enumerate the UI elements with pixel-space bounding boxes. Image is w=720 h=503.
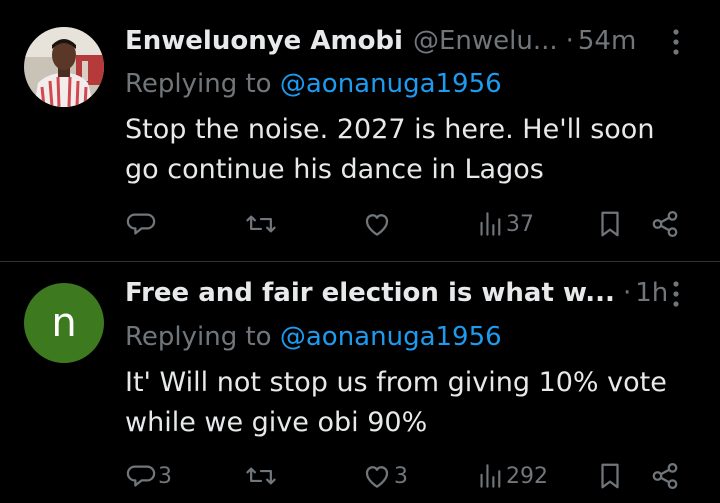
timestamp[interactable]: 1h: [635, 278, 668, 308]
author-name[interactable]: Free and fair election is what w...: [125, 278, 615, 308]
like-icon: [365, 466, 389, 488]
mention-link[interactable]: @aonanuga1956: [280, 69, 502, 99]
more-options-icon[interactable]: [666, 28, 686, 56]
tweet-text: It' Will not stop us from giving 10% vot…: [125, 363, 705, 443]
tweet-text-line: go continue his dance in Lagos: [125, 154, 544, 185]
retweet-icon: [246, 467, 276, 485]
views-count: 37: [506, 211, 534, 237]
like-button[interactable]: [362, 208, 394, 240]
share-icon: [652, 211, 678, 237]
like-button[interactable]: 3: [362, 460, 408, 492]
replying-to: Replying to @aonanuga1956: [125, 67, 502, 101]
separator-dot: ·: [622, 278, 632, 308]
reply-button[interactable]: 3: [126, 460, 172, 492]
author-handle[interactable]: @Enwelu...: [413, 26, 558, 56]
reply-count: 3: [158, 463, 172, 489]
author-name[interactable]: Enweluonye Amobi: [125, 26, 403, 56]
tweet-text-line: while we give obi 90%: [125, 407, 428, 438]
bookmark-icon: [601, 463, 619, 489]
avatar-photo: [24, 27, 104, 107]
reply-icon: [126, 213, 156, 235]
share-icon: [652, 463, 678, 489]
bookmark-icon: [601, 211, 619, 237]
reply-icon: [126, 465, 156, 487]
replying-prefix: Replying to: [125, 69, 272, 99]
retweet-button[interactable]: [245, 208, 277, 240]
timestamp[interactable]: 54m: [578, 26, 636, 56]
share-button[interactable]: [650, 208, 680, 240]
views-icon: [480, 212, 501, 236]
tweet-header: Enweluonye Amobi @Enwelu... · 54m: [125, 22, 700, 60]
more-options-icon[interactable]: [666, 280, 686, 308]
retweet-button[interactable]: [245, 460, 277, 492]
views-button[interactable]: 292: [478, 460, 548, 492]
share-button[interactable]: [650, 460, 680, 492]
like-icon: [365, 214, 389, 236]
like-count: 3: [394, 463, 408, 489]
reply-tweet[interactable]: n Free and fair election is what w... · …: [0, 262, 720, 503]
avatar[interactable]: [24, 27, 104, 107]
bookmark-button[interactable]: [596, 208, 624, 240]
separator-dot: ·: [565, 26, 574, 56]
tweet-header: Free and fair election is what w... · 1h: [125, 274, 700, 312]
action-bar: 37: [0, 208, 720, 240]
replying-to: Replying to @aonanuga1956: [125, 320, 502, 354]
action-bar: 3 3 292: [0, 460, 720, 492]
tweet-text-line: It' Will not stop us from giving 10% vot…: [125, 367, 667, 398]
tweet-text-line: Stop the noise. 2027 is here. He'll soon: [125, 114, 655, 145]
tweet-text: Stop the noise. 2027 is here. He'll soon…: [125, 110, 705, 190]
avatar-letter: n: [51, 300, 77, 346]
mention-link[interactable]: @aonanuga1956: [280, 322, 502, 352]
views-count: 292: [506, 463, 548, 489]
reply-button[interactable]: [126, 208, 158, 240]
views-icon: [480, 464, 501, 488]
reply-tweet[interactable]: Enweluonye Amobi @Enwelu... · 54m Replyi…: [0, 0, 720, 261]
bookmark-button[interactable]: [596, 460, 624, 492]
replying-prefix: Replying to: [125, 322, 272, 352]
avatar[interactable]: n: [24, 283, 104, 363]
views-button[interactable]: 37: [478, 208, 534, 240]
retweet-icon: [246, 215, 276, 233]
